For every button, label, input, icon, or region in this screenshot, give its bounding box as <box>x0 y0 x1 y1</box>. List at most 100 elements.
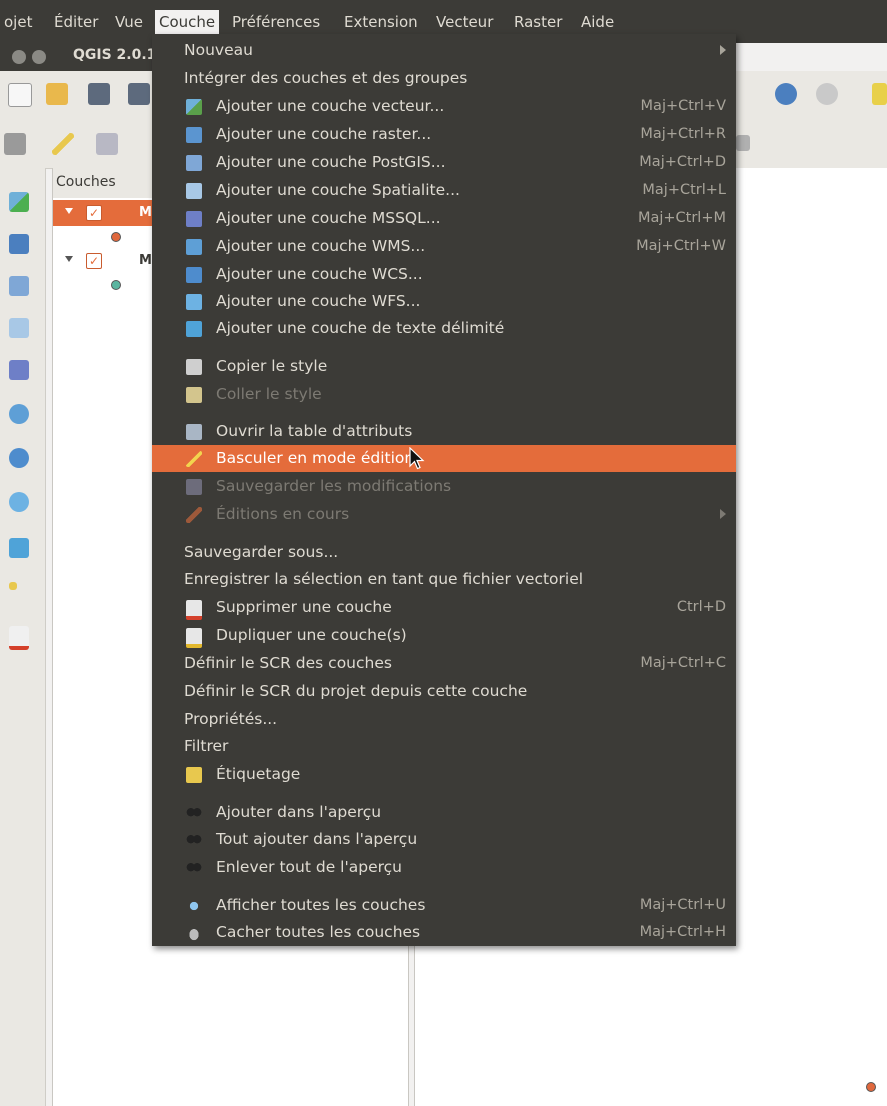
menu-item-add-wcs[interactable]: Ajouter une couche WCS... <box>152 261 736 288</box>
menu-item-remove-all-overview[interactable]: Enlever tout de l'aperçu <box>152 854 736 881</box>
copy-style-icon <box>186 359 202 375</box>
menu-item-shortcut: Maj+Ctrl+C <box>640 655 726 671</box>
remove-layer-toolbar-icon[interactable] <box>9 626 29 650</box>
menu-item-label: Intégrer des couches et des groupes <box>184 69 468 87</box>
toggle-editing-icon <box>186 451 202 467</box>
menu-item-add-mssql[interactable]: Ajouter une couche MSSQL... Maj+Ctrl+M <box>152 205 736 232</box>
menu-item-label: Ajouter une couche PostGIS... <box>216 153 446 171</box>
menu-vue[interactable]: Vue <box>111 10 147 34</box>
add-vector-layer-icon <box>186 99 202 115</box>
add-delimited-text-icon <box>186 321 202 337</box>
menu-item-label: Filtrer <box>184 737 229 755</box>
add-wms-icon[interactable] <box>9 404 29 424</box>
menu-item-nouveau[interactable]: Nouveau <box>152 37 736 64</box>
expand-arrow-icon[interactable] <box>65 208 73 214</box>
menu-item-paste-style: Coller le style <box>152 381 736 408</box>
toggle-edit-icon[interactable] <box>52 133 74 155</box>
menu-item-toggle-editing[interactable]: Basculer en mode édition <box>152 445 736 472</box>
menu-item-labeling[interactable]: Étiquetage <box>152 761 736 788</box>
menu-item-label: Ajouter une couche WMS... <box>216 237 426 255</box>
menu-item-add-raster[interactable]: Ajouter une couche raster... Maj+Ctrl+R <box>152 121 736 148</box>
add-wcs-icon[interactable] <box>9 448 29 468</box>
save-as-icon[interactable] <box>128 83 150 105</box>
menu-item-properties[interactable]: Propriétés... <box>152 706 736 733</box>
menu-item-label: Ouvrir la table d'attributs <box>216 422 413 440</box>
layer-symbol-icon <box>111 280 121 290</box>
layer-visibility-checkbox[interactable]: ✓ <box>86 205 102 221</box>
window-close-button[interactable] <box>12 50 26 64</box>
menu-item-add-all-overview[interactable]: Tout ajouter dans l'aperçu <box>152 826 736 853</box>
save-project-icon[interactable] <box>88 83 110 105</box>
hide-all-layers-icon <box>186 925 202 941</box>
add-delimited-icon[interactable] <box>9 538 29 558</box>
menu-item-add-postgis[interactable]: Ajouter une couche PostGIS... Maj+Ctrl+D <box>152 149 736 176</box>
edit-pencil-icon[interactable] <box>4 133 26 155</box>
menu-item-save-as[interactable]: Sauvegarder sous... <box>152 539 736 566</box>
menu-item-label: Ajouter une couche raster... <box>216 125 432 143</box>
menu-item-attribute-table[interactable]: Ouvrir la table d'attributs <box>152 418 736 445</box>
menu-item-shortcut: Maj+Ctrl+R <box>640 126 726 142</box>
menu-item-set-layer-crs[interactable]: Définir le SCR des couches Maj+Ctrl+C <box>152 650 736 677</box>
menu-couche[interactable]: Couche <box>155 10 220 36</box>
add-vector-icon[interactable] <box>9 192 29 212</box>
menu-extension[interactable]: Extension <box>340 10 422 34</box>
layer-name: M <box>139 253 152 268</box>
add-mssql-layer-icon <box>186 211 202 227</box>
menu-raster[interactable]: Raster <box>510 10 566 34</box>
menu-item-save-selection[interactable]: Enregistrer la sélection en tant que fic… <box>152 566 736 593</box>
menu-item-duplicate-layer[interactable]: Dupliquer une couche(s) <box>152 622 736 649</box>
menu-item-set-project-crs[interactable]: Définir le SCR du projet depuis cette co… <box>152 678 736 705</box>
menu-item-add-to-overview[interactable]: Ajouter dans l'aperçu <box>152 799 736 826</box>
new-project-icon[interactable] <box>8 83 32 107</box>
add-raster-icon[interactable] <box>9 234 29 254</box>
add-mssql-icon[interactable] <box>9 360 29 380</box>
duplicate-layer-icon <box>186 628 202 648</box>
menu-item-show-all-layers[interactable]: Afficher toutes les couches Maj+Ctrl+U <box>152 892 736 919</box>
new-layer-icon[interactable] <box>9 582 17 590</box>
menu-item-label: Cacher toutes les couches <box>216 923 421 941</box>
menu-item-label: Enlever tout de l'aperçu <box>216 858 402 876</box>
menu-item-add-wms[interactable]: Ajouter une couche WMS... Maj+Ctrl+W <box>152 233 736 260</box>
expand-arrow-icon[interactable] <box>65 256 73 262</box>
add-spatialite-layer-icon <box>186 183 202 199</box>
add-wfs-icon[interactable] <box>9 492 29 512</box>
menu-projet[interactable]: ojet <box>0 10 36 34</box>
menu-item-integrer[interactable]: Intégrer des couches et des groupes <box>152 65 736 92</box>
menu-item-label: Ajouter une couche Spatialite... <box>216 181 460 199</box>
menu-item-remove-layer[interactable]: Supprimer une couche Ctrl+D <box>152 594 736 621</box>
menu-item-copy-style[interactable]: Copier le style <box>152 353 736 380</box>
zoom-icon[interactable] <box>816 83 838 105</box>
layer-visibility-checkbox[interactable]: ✓ <box>86 253 102 269</box>
add-wfs-layer-icon <box>186 294 202 310</box>
menu-item-label: Ajouter dans l'aperçu <box>216 803 382 821</box>
measure-icon[interactable] <box>872 83 887 105</box>
menu-item-label: Nouveau <box>184 41 253 59</box>
open-project-icon[interactable] <box>46 83 68 105</box>
current-edits-icon <box>186 507 202 523</box>
remove-all-from-overview-icon <box>186 860 202 876</box>
show-all-layers-icon <box>186 898 202 914</box>
window-minimize-button[interactable] <box>32 50 46 64</box>
menu-editer[interactable]: Éditer <box>50 10 102 34</box>
submenu-arrow-icon <box>720 509 726 519</box>
menu-item-add-spatialite[interactable]: Ajouter une couche Spatialite... Maj+Ctr… <box>152 177 736 204</box>
paste-style-icon <box>186 387 202 403</box>
remove-layer-icon <box>186 600 202 620</box>
menu-item-add-delimited-text[interactable]: Ajouter une couche de texte délimité <box>152 315 736 342</box>
identify-icon[interactable] <box>775 83 797 105</box>
menu-item-add-vector[interactable]: Ajouter une couche vecteur... Maj+Ctrl+V <box>152 93 736 120</box>
menu-aide[interactable]: Aide <box>577 10 618 34</box>
add-spatialite-icon[interactable] <box>9 318 29 338</box>
menu-preferences[interactable]: Préférences <box>228 10 324 34</box>
menu-item-add-wfs[interactable]: Ajouter une couche WFS... <box>152 288 736 315</box>
menu-vecteur[interactable]: Vecteur <box>432 10 497 34</box>
menu-item-shortcut: Maj+Ctrl+U <box>639 897 726 913</box>
attribute-table-icon <box>186 424 202 440</box>
add-postgis-icon[interactable] <box>9 276 29 296</box>
save-edits-toolbar-icon[interactable] <box>96 133 118 155</box>
menu-item-hide-all-layers[interactable]: Cacher toutes les couches Maj+Ctrl+H <box>152 919 736 946</box>
menu-item-save-edits: Sauvegarder les modifications <box>152 473 736 500</box>
menu-item-label: Ajouter une couche WCS... <box>216 265 423 283</box>
menu-item-filter[interactable]: Filtrer <box>152 733 736 760</box>
toolbar-misc-icon[interactable] <box>736 135 750 151</box>
